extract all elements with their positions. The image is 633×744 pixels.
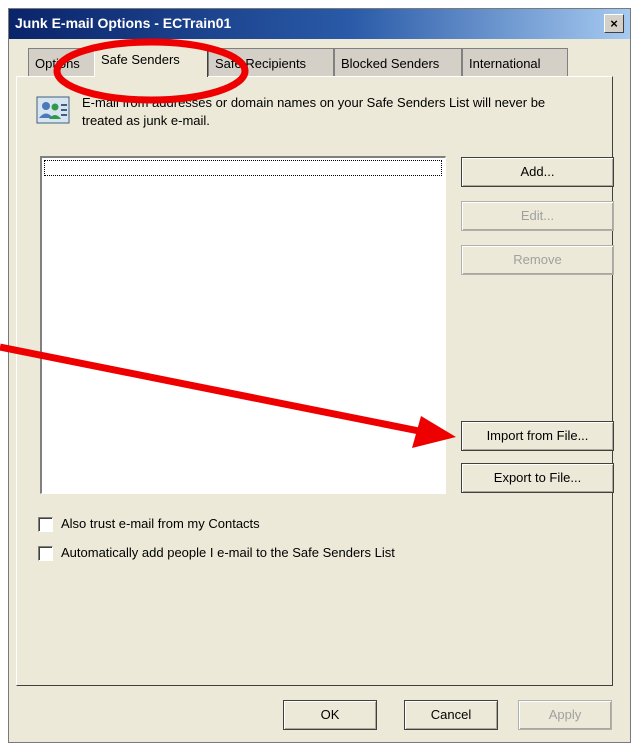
tab-international[interactable]: International	[462, 48, 568, 76]
title-bar[interactable]: Junk E-mail Options - ECTrain01 ×	[9, 9, 630, 39]
trust-contacts-checkbox[interactable]	[38, 517, 53, 533]
import-from-file-button[interactable]: Import from File...	[461, 421, 614, 451]
remove-button[interactable]: Remove	[461, 245, 614, 275]
close-icon: ×	[610, 16, 618, 31]
tab-blocked-senders[interactable]: Blocked Senders	[334, 48, 462, 76]
tab-safe-senders[interactable]: Safe Senders	[94, 44, 208, 77]
trust-contacts-option[interactable]: Also trust e-mail from my Contacts	[38, 516, 260, 533]
add-button[interactable]: Add...	[461, 157, 614, 187]
tab-options[interactable]: Options	[28, 48, 96, 76]
ok-button[interactable]: OK	[283, 700, 377, 730]
address-book-icon	[36, 96, 70, 124]
tab-safe-recipients[interactable]: Safe Recipients	[208, 48, 334, 76]
edit-button[interactable]: Edit...	[461, 201, 614, 231]
info-description: E-mail from addresses or domain names on…	[82, 95, 546, 128]
safe-senders-list[interactable]	[40, 156, 446, 494]
list-focus-row[interactable]	[44, 160, 442, 176]
export-to-file-button[interactable]: Export to File...	[461, 463, 614, 493]
auto-add-option[interactable]: Automatically add people I e-mail to the…	[38, 545, 395, 562]
apply-button[interactable]: Apply	[518, 700, 612, 730]
cancel-button[interactable]: Cancel	[404, 700, 498, 730]
auto-add-checkbox[interactable]	[38, 546, 53, 562]
close-button[interactable]: ×	[604, 14, 624, 33]
window-title: Junk E-mail Options - ECTrain01	[15, 15, 232, 31]
auto-add-label: Automatically add people I e-mail to the…	[61, 545, 395, 560]
trust-contacts-label: Also trust e-mail from my Contacts	[61, 516, 260, 531]
